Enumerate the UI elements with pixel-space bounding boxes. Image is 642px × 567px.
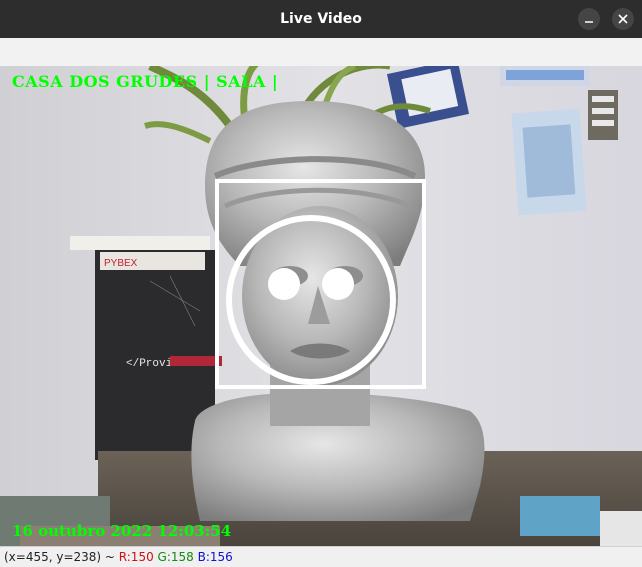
close-icon xyxy=(618,14,628,24)
pixel-red-value: R:150 xyxy=(118,550,154,564)
minimize-icon xyxy=(585,21,593,23)
toolbar xyxy=(0,38,642,67)
window-title: Live Video xyxy=(280,11,362,27)
minimize-button[interactable] xyxy=(578,8,600,30)
overlay-location: CASA DOS GRUDES | SALA | xyxy=(12,72,279,91)
webcam-image: PYBEX </Provi xyxy=(0,66,642,546)
pixel-green-value: G:158 xyxy=(157,550,194,564)
right-eye-marker xyxy=(322,268,354,300)
cursor-coordinates: (x=455, y=238) ~ xyxy=(4,550,119,564)
left-eye-marker xyxy=(268,268,300,300)
svg-text:PYBEX: PYBEX xyxy=(104,258,138,269)
status-bar: (x=455, y=238) ~ R:150 G:158 B:156 xyxy=(0,546,642,567)
overlay-timestamp: 16 outubro 2022 12:03:54 xyxy=(12,522,232,540)
close-button[interactable] xyxy=(612,8,634,30)
title-bar: Live Video xyxy=(0,0,642,38)
pixel-blue-value: B:156 xyxy=(197,550,233,564)
video-frame[interactable]: PYBEX </Provi CASA DOS GRUDES | SALA | 1… xyxy=(0,66,642,546)
notebook-label: </Provi xyxy=(126,358,173,370)
